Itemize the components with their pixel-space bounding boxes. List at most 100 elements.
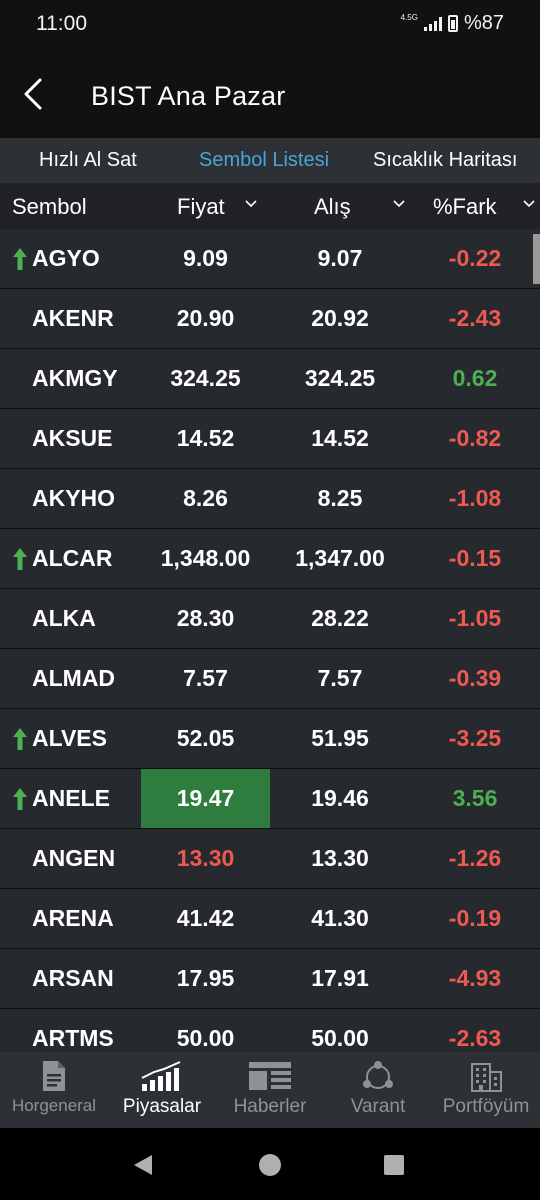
bid-cell: 50.00 xyxy=(311,1025,369,1051)
tab-symbol-list[interactable]: Sembol Listesi xyxy=(199,149,329,172)
arrow-placeholder xyxy=(10,349,30,408)
diff-cell: -0.82 xyxy=(448,425,502,451)
app-header: BIST Ana Pazar xyxy=(0,48,540,138)
diff-cell: -0.22 xyxy=(448,245,502,271)
price-cell: 13.30 xyxy=(176,845,235,871)
nav-varant[interactable]: Varant xyxy=(324,1052,432,1128)
symbol-list[interactable]: AGYO 9.09 9.07 -0.22 AKENR 20.90 20.92 -2.43 AKM… xyxy=(0,229,540,1052)
arrow-placeholder xyxy=(10,949,30,1008)
arrow-up-icon xyxy=(10,769,30,828)
symbol-cell: ALKA xyxy=(32,605,96,631)
nav-label: Horgeneral xyxy=(11,1096,97,1115)
arrow-placeholder xyxy=(10,289,30,348)
system-nav-bar xyxy=(0,1128,540,1200)
status-indicators: 4.5G %87 xyxy=(401,12,504,35)
bid-cell: 14.52 xyxy=(311,425,369,451)
column-bid[interactable]: Alış xyxy=(314,194,405,220)
battery-icon xyxy=(447,15,458,32)
table-row[interactable]: ARSAN 17.95 17.91 -4.93 xyxy=(0,949,540,1009)
table-row[interactable]: ALMAD 7.57 7.57 -0.39 xyxy=(0,649,540,709)
table-row[interactable]: AKYHO 8.26 8.25 -1.08 xyxy=(0,469,540,529)
battery-level: %87 xyxy=(463,12,504,34)
tab-heat-map[interactable]: Sıcaklık Haritası xyxy=(373,149,517,172)
table-row[interactable]: ALKA 28.30 28.22 -1.05 xyxy=(0,589,540,649)
column-symbol[interactable]: Sembol xyxy=(12,194,87,220)
diff-cell: -1.05 xyxy=(448,605,502,631)
table-row[interactable]: AKSUE 14.52 14.52 -0.82 xyxy=(0,409,540,469)
price-cell: 7.57 xyxy=(183,665,228,691)
symbol-cell: ARENA xyxy=(32,905,114,931)
chevron-left-icon xyxy=(24,78,42,110)
symbol-cell: ALMAD xyxy=(32,665,116,691)
back-button[interactable] xyxy=(18,72,54,116)
home-circle-icon[interactable] xyxy=(257,1152,283,1178)
network-type: 4.5G xyxy=(400,12,418,22)
diff-cell: -2.63 xyxy=(448,1025,502,1051)
column-diff-label: %Fark xyxy=(433,194,497,219)
arrow-up-icon xyxy=(10,229,30,288)
chevron-down-icon xyxy=(393,200,405,208)
nav-horgeneral[interactable]: Horgeneral xyxy=(0,1052,108,1128)
nav-label: Haberler xyxy=(233,1096,307,1117)
table-row[interactable]: ALVES 52.05 51.95 -3.25 xyxy=(0,709,540,769)
status-time: 11:00 xyxy=(36,12,87,35)
bid-cell: 28.22 xyxy=(311,605,369,631)
chevron-down-icon xyxy=(245,200,257,208)
diff-cell: -0.19 xyxy=(448,905,502,931)
chevron-down-icon xyxy=(523,200,535,208)
symbol-cell: ALVES xyxy=(32,725,107,751)
diff-cell: -1.26 xyxy=(448,845,502,871)
diff-cell: -3.25 xyxy=(448,725,502,751)
nav-haberler[interactable]: Haberler xyxy=(216,1052,324,1128)
diff-cell: 3.56 xyxy=(452,785,498,811)
diff-cell: 0.62 xyxy=(452,365,498,391)
table-row[interactable]: ANELE 19.47 19.46 3.56 xyxy=(0,769,540,829)
table-row[interactable]: ANGEN 13.30 13.30 -1.26 xyxy=(0,829,540,889)
symbol-cell: AGYO xyxy=(32,245,100,271)
price-cell: 14.52 xyxy=(176,425,235,451)
price-cell: 28.30 xyxy=(176,605,235,631)
bid-cell: 324.25 xyxy=(304,365,376,391)
table-row[interactable]: ARTMS 50.00 50.00 -2.63 xyxy=(0,1009,540,1052)
table-row[interactable]: AKMGY 324.25 324.25 0.62 xyxy=(0,349,540,409)
bid-cell: 8.25 xyxy=(317,485,363,511)
column-diff[interactable]: %Fark xyxy=(433,194,535,220)
tab-bar: Hızlı Al Sat Sembol Listesi Sıcaklık Har… xyxy=(0,138,540,183)
price-cell: 50.00 xyxy=(176,1025,235,1051)
building-icon xyxy=(471,1063,502,1092)
arrow-placeholder xyxy=(10,829,30,888)
diff-cell: -1.08 xyxy=(448,485,502,511)
symbol-cell: AKMGY xyxy=(32,365,118,391)
symbol-cell: AKYHO xyxy=(32,485,116,511)
price-cell: 324.25 xyxy=(170,365,241,391)
tab-quick-trade[interactable]: Hızlı Al Sat xyxy=(39,149,137,172)
nav-label: Piyasalar xyxy=(122,1096,202,1117)
diff-cell: -4.93 xyxy=(448,965,502,991)
bar-chart-icon xyxy=(141,1061,181,1091)
column-symbol-label: Sembol xyxy=(12,194,87,219)
bid-cell: 41.30 xyxy=(311,905,369,931)
nav-label: Varant xyxy=(350,1096,406,1117)
signal-icon xyxy=(423,16,442,31)
nav-portfoyum[interactable]: Portföyüm xyxy=(432,1052,540,1128)
arrow-up-icon xyxy=(10,529,30,588)
price-cell: 1,348.00 xyxy=(160,545,251,571)
back-triangle-icon[interactable] xyxy=(130,1152,156,1178)
symbol-cell: AKENR xyxy=(32,305,114,331)
price-cell: 52.05 xyxy=(176,725,235,751)
scrollbar[interactable] xyxy=(533,234,540,284)
table-row[interactable]: ARENA 41.42 41.30 -0.19 xyxy=(0,889,540,949)
price-cell: 20.90 xyxy=(176,305,235,331)
recents-square-icon[interactable] xyxy=(381,1152,407,1178)
nav-label: Portföyüm xyxy=(442,1096,530,1117)
symbol-cell: ALCAR xyxy=(32,545,113,571)
column-price[interactable]: Fiyat xyxy=(177,194,257,220)
bid-cell: 51.95 xyxy=(311,725,369,751)
table-row[interactable]: AGYO 9.09 9.07 -0.22 xyxy=(0,229,540,289)
table-row[interactable]: ALCAR 1,348.00 1,347.00 -0.15 xyxy=(0,529,540,589)
table-row[interactable]: AKENR 20.90 20.92 -2.43 xyxy=(0,289,540,349)
arrow-placeholder xyxy=(10,409,30,468)
arrow-placeholder xyxy=(10,469,30,528)
bottom-nav: Horgeneral Piyasalar Haberler Varant Por… xyxy=(0,1052,540,1128)
nav-piyasalar[interactable]: Piyasalar xyxy=(108,1052,216,1128)
